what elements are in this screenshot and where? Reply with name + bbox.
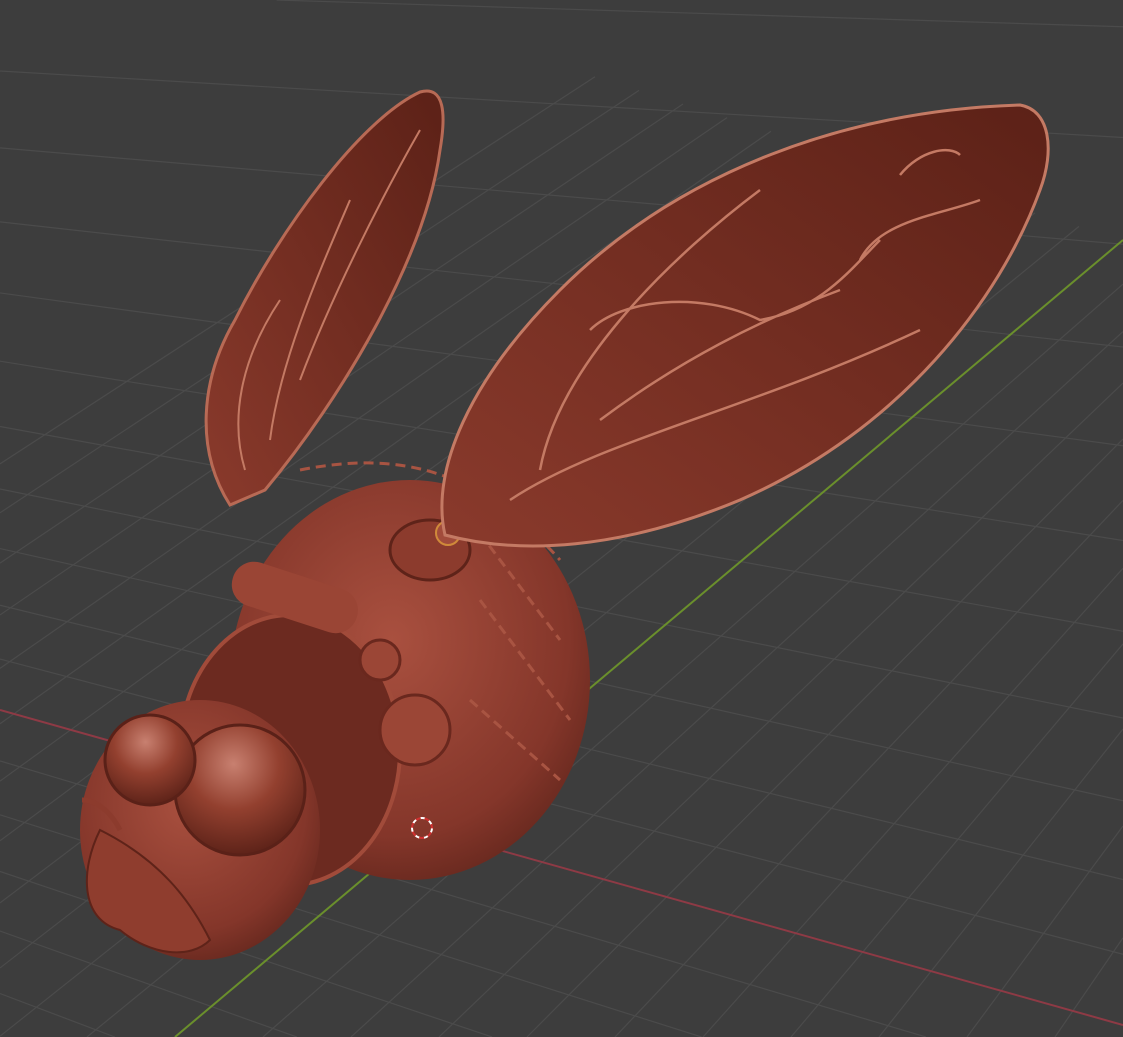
bee-model[interactable] (0, 0, 1123, 1037)
body-button-small (358, 638, 402, 682)
3d-viewport[interactable] (0, 0, 1123, 1037)
eye-right (173, 723, 307, 857)
right-wing (440, 103, 1050, 548)
body-button (378, 693, 452, 767)
eye-left (103, 713, 197, 807)
